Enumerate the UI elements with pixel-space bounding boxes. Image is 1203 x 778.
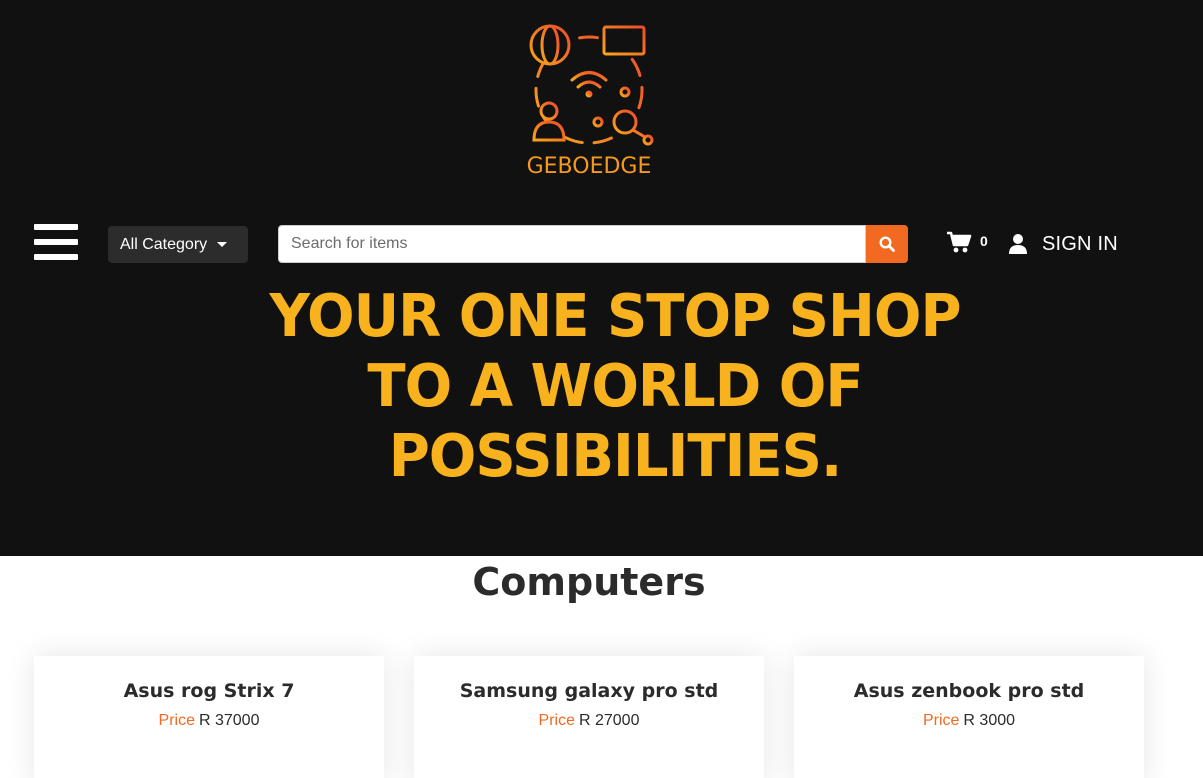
- product-card[interactable]: Asus rog Strix 7 Price R 37000: [34, 656, 384, 778]
- tagline-line-2: TO A WORLD OF: [367, 352, 863, 421]
- category-dropdown[interactable]: All Category: [108, 226, 248, 263]
- search-button[interactable]: [866, 225, 908, 263]
- product-price: Price R 3000: [794, 712, 1144, 730]
- price-value: R 37000: [198, 712, 260, 729]
- hamburger-icon[interactable]: [34, 224, 79, 262]
- product-price: Price R 27000: [414, 712, 764, 730]
- category-label: All Category: [120, 235, 208, 253]
- product-name: Asus zenbook pro std: [853, 680, 1085, 702]
- site-logo[interactable]: GEBOEDGE: [522, 18, 656, 180]
- tagline-line-3: POSSIBILITIES.: [388, 422, 843, 491]
- user-icon: [1009, 234, 1027, 254]
- shopping-cart-icon: [947, 231, 972, 253]
- section-title: Computers: [472, 560, 706, 604]
- product-name: Samsung galaxy pro std: [459, 680, 719, 702]
- price-label: Price: [922, 712, 960, 729]
- sign-in-label: SIGN IN: [1042, 232, 1118, 255]
- caret-down-icon: [217, 242, 228, 247]
- price-label: Price: [538, 712, 575, 729]
- hero-tagline: YOUR ONE STOP SHOP TO A WORLD OF POSSIBI…: [200, 282, 1030, 492]
- product-card[interactable]: Asus zenbook pro std Price R 3000: [794, 656, 1144, 778]
- price-value: R 3000: [963, 712, 1016, 729]
- cart-count-badge: 0: [980, 233, 988, 249]
- search-input[interactable]: [278, 225, 866, 263]
- product-price: Price R 37000: [34, 712, 384, 730]
- product-card[interactable]: Samsung galaxy pro std Price R 27000: [414, 656, 764, 778]
- tagline-line-1: YOUR ONE STOP SHOP: [269, 282, 962, 351]
- network-devices-logo-icon: [529, 24, 654, 146]
- product-name: Asus rog Strix 7: [123, 680, 295, 702]
- price-label: Price: [158, 712, 195, 729]
- brand-name: GEBOEDGE: [526, 154, 652, 179]
- price-value: R 27000: [578, 712, 640, 729]
- hero-banner: GEBOEDGE All Category 0 SIGN IN: [0, 0, 1203, 556]
- cart-button[interactable]: 0: [946, 230, 994, 258]
- search-bar: [278, 225, 908, 263]
- sign-in-button[interactable]: SIGN IN: [1008, 230, 1118, 258]
- search-icon: [879, 236, 895, 252]
